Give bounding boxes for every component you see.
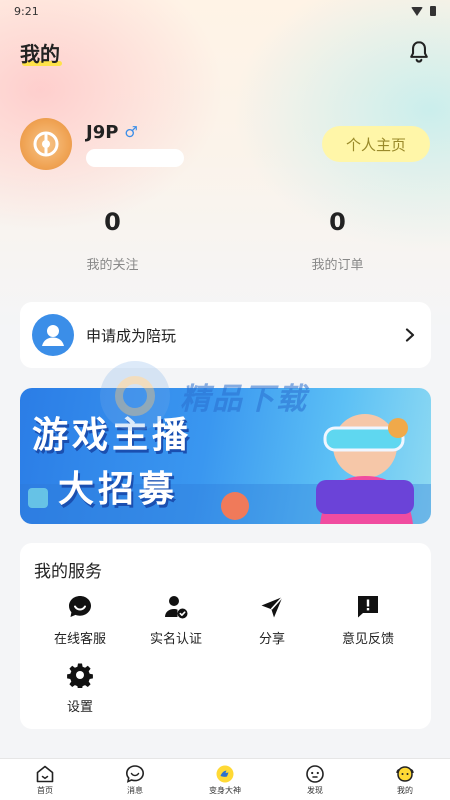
page-title: 我的 (20, 38, 62, 67)
stat-label: 我的关注 (86, 258, 139, 273)
service-online-support[interactable]: 在线客服 (32, 594, 128, 662)
service-share[interactable]: 分享 (224, 594, 320, 662)
user-id-pill (86, 148, 184, 167)
watermark: 精品下载 (100, 356, 360, 436)
user-avatar-icon (32, 314, 74, 356)
bottom-tab-bar: 首页 消息 变身大神 发现 我的 (0, 758, 450, 800)
page-header: 我的 (20, 36, 432, 68)
personal-homepage-button[interactable]: 个人主页 (322, 126, 430, 162)
stats-row: 0 我的关注 0 我的订单 (0, 206, 450, 273)
apply-companion-label: 申请成为陪玩 (86, 326, 177, 345)
username: J9P (86, 121, 119, 143)
profile-icon (396, 765, 414, 782)
stat-orders[interactable]: 0 我的订单 (225, 206, 450, 273)
avatar-logo-icon (33, 131, 59, 157)
avatar[interactable] (20, 118, 72, 170)
profile-section: J9P ♂ 个人主页 (20, 116, 430, 172)
status-bar: 9:21 (0, 0, 450, 22)
transform-icon (216, 765, 234, 782)
feedback-icon (358, 596, 378, 618)
status-time: 9:21 (14, 4, 39, 18)
tab-transform[interactable]: 变身大神 (180, 759, 270, 800)
stat-label: 我的订单 (311, 258, 364, 273)
service-feedback[interactable]: 意见反馈 (320, 594, 416, 662)
stat-value: 0 (329, 208, 346, 236)
tab-discover[interactable]: 发现 (270, 759, 360, 800)
tab-mine[interactable]: 我的 (360, 759, 450, 800)
services-title: 我的服务 (34, 562, 102, 582)
tab-messages[interactable]: 消息 (90, 759, 180, 800)
home-icon (36, 765, 54, 782)
wifi-icon (411, 6, 423, 16)
message-icon (125, 764, 145, 783)
verified-user-icon (165, 596, 188, 619)
my-services-card: 我的服务 在线客服 实名认证 分享 意见反馈 设置 (20, 543, 431, 729)
service-settings[interactable]: 设置 (32, 662, 128, 730)
discover-icon (306, 764, 324, 783)
battery-icon (430, 6, 436, 16)
gear-icon (67, 663, 93, 688)
services-grid: 在线客服 实名认证 分享 意见反馈 设置 (32, 594, 419, 730)
service-real-name-verify[interactable]: 实名认证 (128, 594, 224, 662)
bell-icon[interactable] (406, 39, 432, 65)
watermark-text: 精品下载 (180, 382, 308, 417)
watermark-logo-icon (100, 361, 170, 431)
send-icon (261, 596, 284, 618)
gender-male-icon: ♂ (124, 123, 138, 141)
chat-icon (69, 596, 91, 617)
stat-following[interactable]: 0 我的关注 (0, 206, 225, 273)
chevron-right-icon (405, 328, 415, 342)
tab-home[interactable]: 首页 (0, 759, 90, 800)
banner-title-line2: 大招募 (58, 469, 179, 510)
stat-value: 0 (104, 208, 121, 236)
